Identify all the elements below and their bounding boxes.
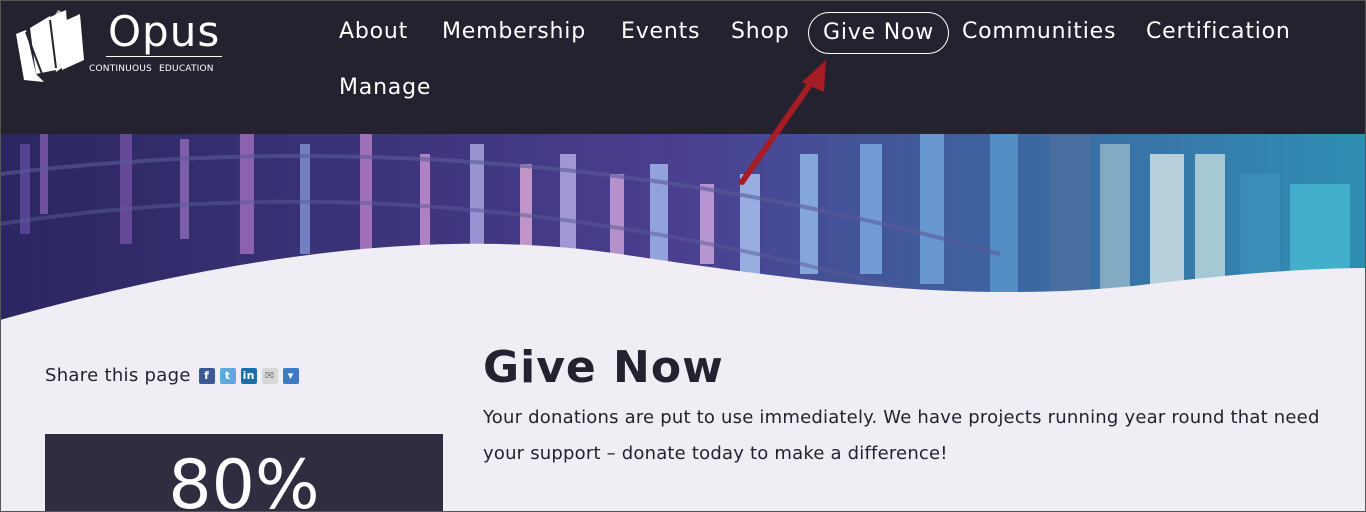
logo-name: Opus bbox=[106, 7, 223, 57]
email-icon[interactable]: ✉ bbox=[261, 367, 278, 384]
site-header: Opus CONTINUOUS EDUCATION About Membersh… bbox=[0, 0, 1366, 134]
nav-about[interactable]: About bbox=[339, 12, 408, 52]
nav-communities[interactable]: Communities bbox=[962, 12, 1116, 52]
stat-value: 80% bbox=[168, 446, 320, 512]
linkedin-icon[interactable]: in bbox=[240, 367, 257, 384]
nav-events[interactable]: Events bbox=[621, 12, 700, 52]
wave-divider bbox=[0, 243, 1366, 324]
more-dropdown-icon[interactable]: ▾ bbox=[282, 367, 299, 384]
book-logo-icon bbox=[16, 10, 84, 82]
nav-manage[interactable]: Manage bbox=[339, 68, 431, 108]
intro-text: Your donations are put to use immediatel… bbox=[483, 407, 1320, 464]
share-label: Share this page bbox=[45, 365, 191, 386]
nav-certification[interactable]: Certification bbox=[1146, 12, 1291, 52]
share-icons: f t in ✉ ▾ bbox=[198, 367, 299, 384]
annotation-arrow bbox=[739, 60, 826, 185]
facebook-icon[interactable]: f bbox=[198, 367, 215, 384]
page-title: Give Now bbox=[483, 342, 724, 393]
logo-tagline: CONTINUOUS EDUCATION bbox=[89, 64, 214, 74]
site-logo[interactable]: Opus CONTINUOUS EDUCATION bbox=[14, 7, 224, 88]
stat-box: 80% bbox=[45, 434, 443, 512]
twitter-icon[interactable]: t bbox=[219, 367, 236, 384]
share-bar: Share this page f t in ✉ ▾ bbox=[45, 365, 299, 386]
nav-membership[interactable]: Membership bbox=[442, 12, 586, 52]
